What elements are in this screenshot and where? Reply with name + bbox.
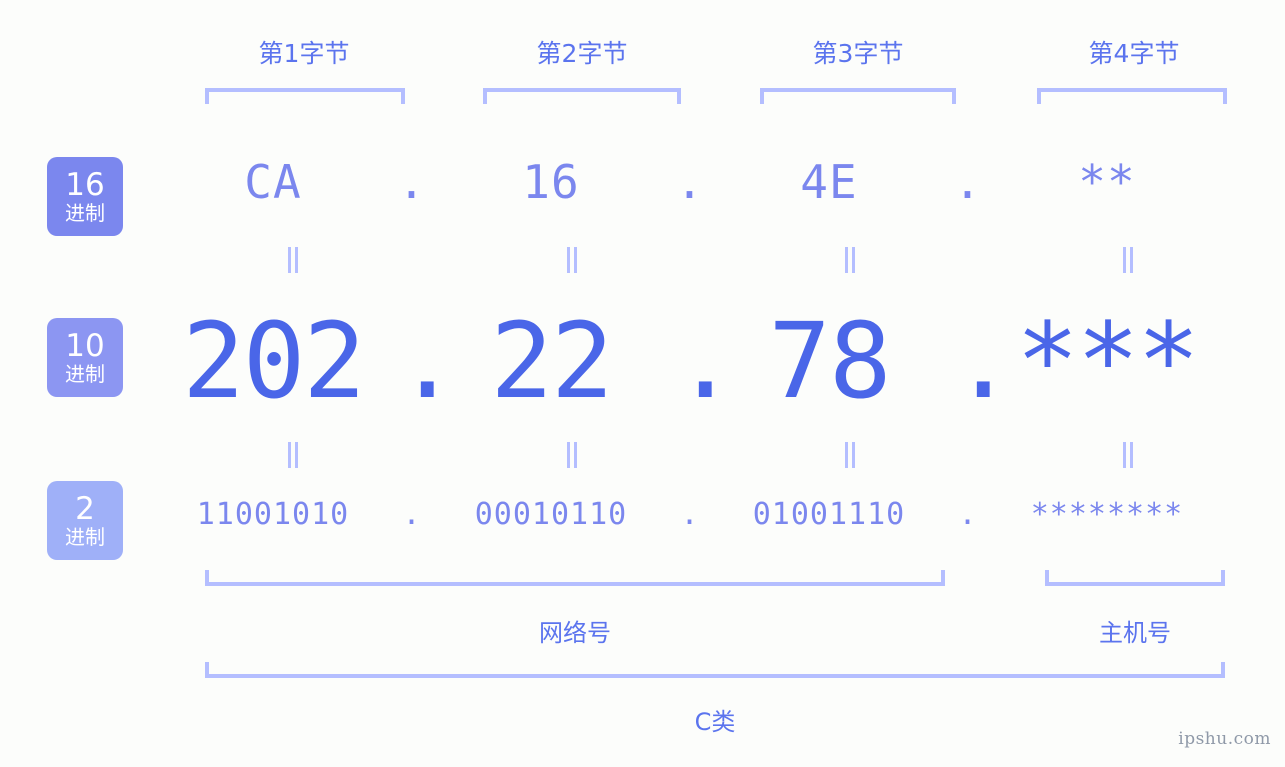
decimal-separator-1: . <box>396 300 459 422</box>
byte-header-3: 第3字节 <box>748 34 968 70</box>
hex-value-row: CA . 16 . 4E . ** <box>150 155 1260 209</box>
byte-header-4: 第4字节 <box>1024 34 1244 70</box>
binary-octet-3: 01001110 <box>752 497 906 532</box>
binary-octet-1: 11001010 <box>196 497 350 532</box>
equals-mark-dec-bin-1 <box>286 442 302 468</box>
decimal-octet-4: *** <box>1016 300 1200 422</box>
network-id-label: 网络号 <box>205 613 945 648</box>
radix-badge-hex-system: 进制 <box>65 201 105 225</box>
host-id-label: 主机号 <box>1045 613 1225 648</box>
equals-mark-hex-dec-4 <box>1121 247 1137 273</box>
hex-octet-1: CA <box>244 155 302 209</box>
site-watermark: ipshu.com <box>1178 729 1271 749</box>
byte-header-3-label: 第3字节 <box>812 39 904 68</box>
byte-header-4-label: 第4字节 <box>1088 39 1180 68</box>
radix-badge-binary: 2 进制 <box>47 481 123 560</box>
hex-separator-1: . <box>397 155 427 209</box>
decimal-octet-2: 22 <box>490 300 613 422</box>
byte-header-2-label: 第2字节 <box>536 39 628 68</box>
host-id-bracket <box>1045 570 1225 586</box>
radix-badge-hex: 16 进制 <box>47 157 123 236</box>
address-class-label: C类 <box>205 702 1225 737</box>
equals-mark-dec-bin-2 <box>565 442 581 468</box>
decimal-octet-3: 78 <box>768 300 891 422</box>
radix-badge-decimal-system: 进制 <box>65 362 105 386</box>
equals-mark-hex-dec-3 <box>843 247 859 273</box>
equals-mark-hex-dec-2 <box>565 247 581 273</box>
decimal-value-row: 202 . 22 . 78 . *** <box>150 300 1260 422</box>
decimal-separator-2: . <box>674 300 737 422</box>
ip-address-breakdown-diagram: 第1字节 第2字节 第3字节 第4字节 16 进制 10 进制 2 进制 CA … <box>0 0 1285 767</box>
radix-badge-decimal: 10 进制 <box>47 318 123 397</box>
address-class-bracket <box>205 662 1225 678</box>
network-id-bracket <box>205 570 945 586</box>
radix-badge-binary-number: 2 <box>75 491 95 527</box>
byte-header-2: 第2字节 <box>472 34 692 70</box>
equals-mark-dec-bin-4 <box>1121 442 1137 468</box>
equals-mark-dec-bin-3 <box>843 442 859 468</box>
binary-octet-4: ******** <box>1030 497 1184 532</box>
radix-badge-decimal-number: 10 <box>65 328 105 364</box>
byte-header-1-label: 第1字节 <box>258 39 350 68</box>
hex-octet-2: 16 <box>522 155 580 209</box>
byte-bracket-4 <box>1037 88 1227 104</box>
equals-mark-hex-dec-1 <box>286 247 302 273</box>
hex-octet-3: 4E <box>800 155 858 209</box>
host-id-label-text: 主机号 <box>1099 619 1171 647</box>
decimal-octet-1: 202 <box>182 300 366 422</box>
binary-separator-3: . <box>958 497 978 532</box>
radix-badge-binary-system: 进制 <box>65 525 105 549</box>
binary-octet-2: 00010110 <box>474 497 628 532</box>
binary-value-row: 11001010 . 00010110 . 01001110 . *******… <box>150 497 1260 532</box>
byte-bracket-2 <box>483 88 681 104</box>
byte-header-1: 第1字节 <box>194 34 414 70</box>
hex-separator-2: . <box>675 155 705 209</box>
hex-octet-4: ** <box>1078 155 1136 209</box>
address-class-label-text: C类 <box>694 708 736 736</box>
decimal-separator-3: . <box>952 300 1015 422</box>
byte-bracket-3 <box>760 88 956 104</box>
binary-separator-2: . <box>680 497 700 532</box>
byte-bracket-1 <box>205 88 405 104</box>
hex-separator-3: . <box>953 155 983 209</box>
radix-badge-hex-number: 16 <box>65 167 105 203</box>
network-id-label-text: 网络号 <box>539 619 611 647</box>
binary-separator-1: . <box>402 497 422 532</box>
